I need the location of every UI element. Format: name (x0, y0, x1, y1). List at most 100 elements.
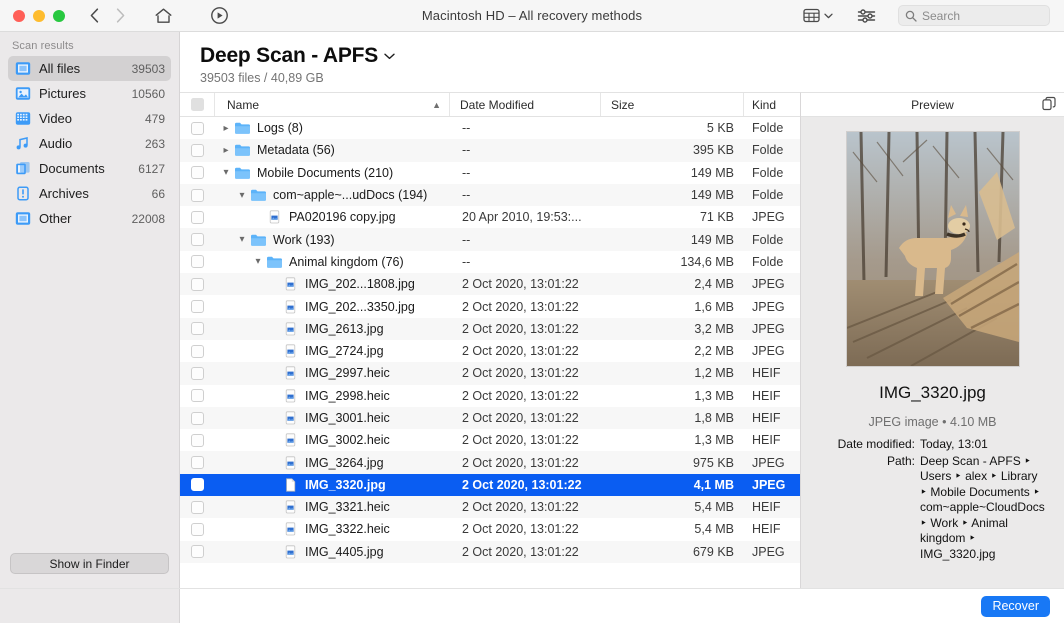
row-checkbox[interactable] (180, 545, 214, 559)
table-row[interactable]: ▸ Metadata (56) -- 395 KB Folde (180, 139, 800, 162)
image-file-icon (282, 299, 299, 314)
disclosure-triangle-collapsed[interactable]: ▸ (218, 145, 234, 156)
disclosure-triangle-expanded[interactable]: ▾ (234, 234, 250, 245)
sidebar-item-pictures[interactable]: Pictures 10560 (8, 81, 171, 106)
row-checkbox[interactable] (180, 166, 214, 180)
forward-button[interactable] (109, 5, 131, 27)
disclosure-triangle-collapsed[interactable]: ▸ (218, 123, 234, 134)
column-header-kind[interactable]: Kind (744, 93, 800, 116)
row-checkbox[interactable] (180, 433, 214, 447)
metadata-path-value: Deep Scan - APFS ‣ Users ‣ alex ‣ Librar… (920, 453, 1045, 561)
row-checkbox[interactable] (180, 300, 214, 314)
preview-thumbnail[interactable] (845, 131, 1020, 367)
table-row[interactable]: IMG_3264.jpg 2 Oct 2020, 13:01:22 975 KB JP… (180, 451, 800, 474)
row-size-cell: 1,3 MB (694, 388, 734, 403)
row-date-cell: 2 Oct 2020, 13:01:22 (462, 277, 579, 292)
row-checkbox[interactable] (180, 143, 214, 157)
table-row[interactable]: IMG_3002.heic 2 Oct 2020, 13:01:22 1,3 MB H… (180, 429, 800, 451)
row-checkbox[interactable] (180, 366, 214, 380)
row-name-cell: ▸ Logs (8) (214, 121, 452, 135)
sidebar-item-video[interactable]: Video 479 (8, 106, 171, 131)
chevron-down-icon (384, 53, 395, 59)
row-name-label: IMG_2997.heic (305, 366, 390, 381)
row-checkbox[interactable] (180, 478, 214, 492)
show-in-finder-button[interactable]: Show in Finder (10, 553, 169, 574)
table-row[interactable]: IMG_3322.heic 2 Oct 2020, 13:01:22 5,4 MB H… (180, 518, 800, 540)
row-checkbox[interactable] (180, 233, 214, 247)
table-row[interactable]: IMG_2997.heic 2 Oct 2020, 13:01:22 1,2 MB H… (180, 362, 800, 385)
table-row[interactable]: IMG_4405.jpg 2 Oct 2020, 13:01:22 679 KB JP… (180, 540, 800, 563)
sidebar-item-all-files[interactable]: All files 39503 (8, 56, 171, 81)
row-checkbox[interactable] (180, 188, 214, 202)
filter-settings-button[interactable] (857, 8, 876, 24)
column-header-date[interactable]: Date Modified (450, 93, 601, 116)
row-checkbox[interactable] (180, 210, 214, 224)
image-file-icon (282, 545, 299, 559)
row-checkbox[interactable] (180, 121, 214, 135)
minimize-window-button[interactable] (33, 9, 45, 22)
image-file-icon (282, 366, 299, 380)
scan-title[interactable]: Deep Scan - APFS (200, 44, 1064, 68)
search-input[interactable]: Search (898, 5, 1050, 26)
table-row[interactable]: IMG_3320.jpg 2 Oct 2020, 13:01:22 4,1 MB JP… (180, 473, 800, 497)
table-row[interactable]: IMG_202...1808.jpg 2 Oct 2020, 13:01:22 2,… (180, 273, 800, 296)
row-name-label: IMG_2998.heic (305, 388, 390, 403)
table-row[interactable]: ▸ Logs (8) -- 5 KB Folde (180, 117, 800, 139)
table-row[interactable]: ▾ Mobile Documents (210) -- 149 MB Folde (180, 162, 800, 184)
table-row[interactable]: IMG_3001.heic 2 Oct 2020, 13:01:22 1,8 MB H… (180, 406, 800, 430)
row-kind-cell: JPEG (752, 477, 786, 492)
table-row[interactable]: PA020196 copy.jpg 20 Apr 2010, 19:53:... 7… (180, 206, 800, 228)
row-checkbox[interactable] (180, 389, 214, 403)
table-row[interactable]: IMG_2998.heic 2 Oct 2020, 13:01:22 1,3 MB H… (180, 385, 800, 407)
copy-icon[interactable] (1042, 96, 1056, 113)
row-checkbox[interactable] (180, 277, 214, 291)
sidebar-item-other[interactable]: Other 22008 (8, 206, 171, 231)
row-checkbox[interactable] (180, 500, 214, 514)
image-file-icon (282, 522, 299, 536)
row-name-label: IMG_3002.heic (305, 433, 390, 448)
preview-metadata: Date modified: Today, 13:01 Path: Deep S… (819, 437, 1046, 563)
table-row[interactable]: IMG_2613.jpg 2 Oct 2020, 13:01:22 3,2 MB JP… (180, 317, 800, 340)
main-panel: Deep Scan - APFS 39503 files / 40,89 GB (180, 32, 1064, 588)
row-checkbox[interactable] (180, 322, 214, 336)
row-checkbox[interactable] (180, 456, 214, 470)
row-checkbox[interactable] (180, 411, 214, 425)
row-checkbox[interactable] (180, 255, 214, 269)
sidebar-item-documents[interactable]: Documents 6127 (8, 156, 171, 181)
row-name-label: IMG_2613.jpg (305, 321, 384, 336)
disclosure-triangle-expanded[interactable]: ▾ (250, 256, 266, 267)
zoom-window-button[interactable] (53, 9, 65, 22)
table-row[interactable]: IMG_3321.heic 2 Oct 2020, 13:01:22 5,4 MB H… (180, 496, 800, 519)
home-button[interactable] (151, 4, 175, 28)
rescan-button[interactable] (207, 4, 231, 28)
view-mode-button[interactable] (799, 6, 837, 25)
table-row[interactable]: IMG_2724.jpg 2 Oct 2020, 13:01:22 2,2 MB JP… (180, 340, 800, 362)
checkbox-box (190, 344, 204, 358)
sidebar-item-archives[interactable]: Archives 66 (8, 181, 171, 206)
sidebar-item-label: Video (39, 111, 73, 126)
column-header-name[interactable]: Name ▲ (215, 93, 450, 116)
row-checkbox[interactable] (180, 522, 214, 536)
disclosure-triangle-expanded[interactable]: ▾ (218, 167, 234, 178)
disclosure-triangle-expanded[interactable]: ▾ (234, 190, 250, 201)
table-row[interactable]: IMG_202...3350.jpg 2 Oct 2020, 13:01:22 1,… (180, 295, 800, 317)
row-date-cell: -- (462, 254, 471, 269)
row-date-cell: 20 Apr 2010, 19:53:... (462, 210, 582, 225)
close-window-button[interactable] (13, 9, 25, 22)
row-kind-cell: Folde (752, 232, 784, 247)
select-all-checkbox[interactable] (180, 93, 215, 116)
checkbox-box (190, 456, 204, 470)
table-row[interactable]: ▾ Animal kingdom (76) -- 134,6 MB Folde (180, 251, 800, 273)
table-row[interactable]: ▾ com~apple~...udDocs (194) -- 149 MB Folde (180, 183, 800, 207)
checkbox-box (190, 233, 204, 247)
recover-button[interactable]: Recover (981, 595, 1050, 617)
checkbox-box (190, 188, 204, 202)
row-checkbox[interactable] (180, 344, 214, 358)
checkbox-box (190, 478, 204, 492)
sidebar-item-audio[interactable]: Audio 263 (8, 131, 171, 156)
table-row[interactable]: ▾ Work (193) -- 149 MB Folde (180, 228, 800, 251)
file-list: Name ▲ Date Modified Size Kind ▸ Logs (8… (180, 92, 800, 588)
column-header-size[interactable]: Size (601, 93, 744, 116)
folder-icon (266, 255, 283, 269)
back-button[interactable] (83, 5, 105, 27)
